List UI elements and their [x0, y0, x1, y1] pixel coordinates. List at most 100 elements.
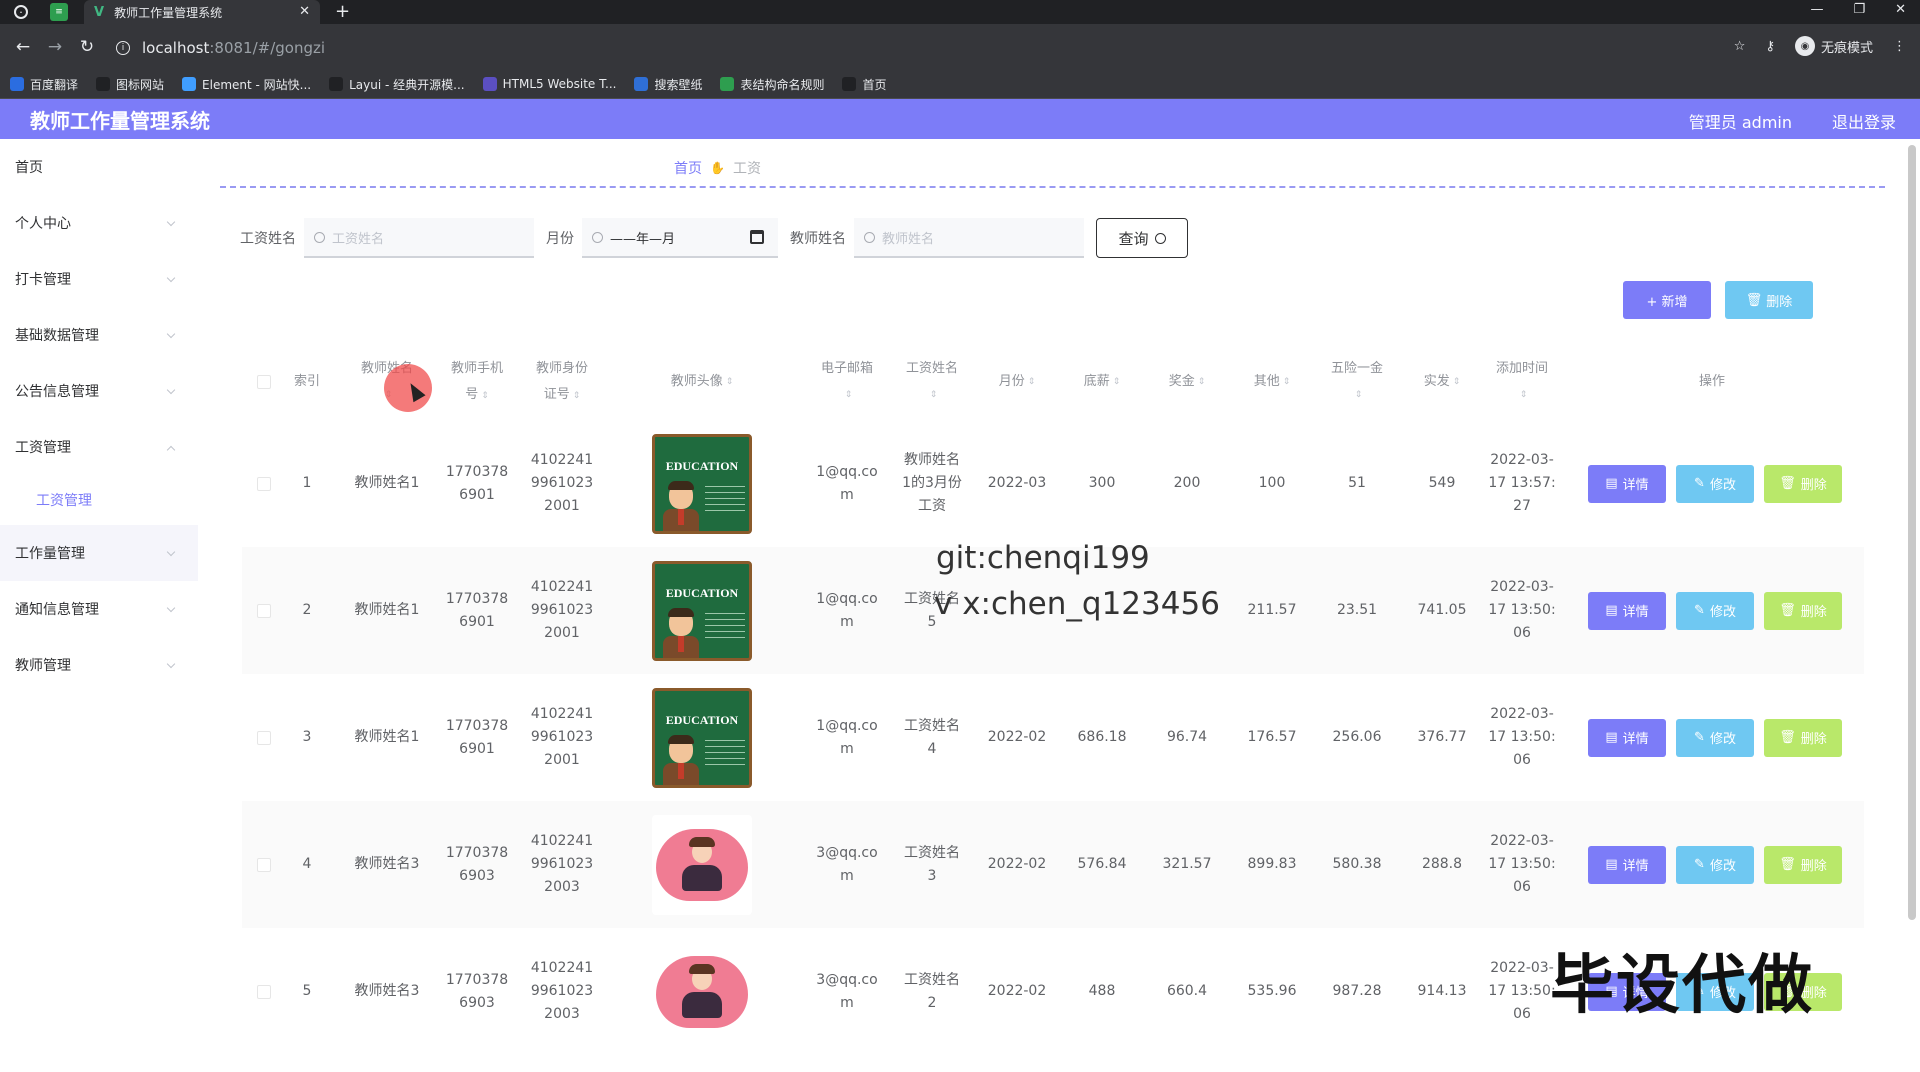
- key-icon[interactable]: ⚷: [1765, 39, 1775, 54]
- sort-icon[interactable]: ⇕: [1283, 369, 1291, 395]
- bookmark-item[interactable]: 图标网站: [96, 76, 164, 93]
- sidebar-item-teachers[interactable]: 教师管理: [0, 637, 198, 693]
- salary-name-input[interactable]: 工资姓名: [304, 218, 534, 258]
- bookmark-item[interactable]: 表结构命名规则: [720, 76, 824, 93]
- sort-icon[interactable]: ⇕: [1453, 369, 1461, 395]
- sidebar-item-profile[interactable]: 个人中心: [0, 195, 198, 251]
- minimize-icon[interactable]: —: [1810, 2, 1823, 17]
- sidebar-item-home[interactable]: 首页: [0, 139, 198, 195]
- breadcrumb-home[interactable]: 首页: [674, 158, 702, 178]
- sidebar-item-notifications[interactable]: 通知信息管理: [0, 581, 198, 637]
- logout-link[interactable]: 退出登录: [1832, 109, 1896, 133]
- col-email[interactable]: 电子邮箱 ⇕: [802, 350, 892, 414]
- sort-icon[interactable]: ⇕: [1198, 369, 1206, 395]
- teacher-avatar[interactable]: EDUCATION: [652, 560, 752, 661]
- table-row[interactable]: 4 教师姓名3 1770378 6903 4102241 9961023 2003 3@qq.…: [242, 801, 1864, 928]
- bookmark-item[interactable]: Element - 网站快...: [182, 76, 311, 93]
- detail-button[interactable]: ▤ 详情: [1588, 591, 1666, 630]
- edit-button[interactable]: ✎ 修改: [1676, 591, 1754, 630]
- teacher-avatar[interactable]: EDUCATION: [652, 687, 752, 788]
- delete-button[interactable]: 🗑 删除: [1764, 464, 1842, 503]
- delete-button[interactable]: 🗑 删除: [1764, 718, 1842, 757]
- col-phone[interactable]: 教师手机号 ⇕: [432, 350, 522, 414]
- detail-button[interactable]: ▤ 详情: [1588, 845, 1666, 884]
- chrome-icon[interactable]: ·: [14, 5, 28, 19]
- sidebar-item-notices[interactable]: 公告信息管理: [0, 363, 198, 419]
- month-picker[interactable]: ——年—月: [582, 218, 778, 258]
- incognito-indicator[interactable]: ◉ 无痕模式: [1794, 36, 1873, 56]
- back-icon[interactable]: ←: [14, 37, 32, 57]
- row-checkbox[interactable]: [257, 603, 271, 618]
- col-avatar[interactable]: 教师头像 ⇕: [632, 350, 772, 414]
- edit-button[interactable]: ✎ 修改: [1676, 718, 1754, 757]
- sort-icon[interactable]: ⇕: [930, 382, 938, 408]
- sidebar-item-salary[interactable]: 工资管理: [0, 419, 198, 475]
- bookmark-item[interactable]: HTML5 Website T...: [482, 77, 616, 91]
- row-checkbox[interactable]: [257, 730, 271, 745]
- add-button[interactable]: + 新增: [1623, 281, 1711, 319]
- cell-line: 741.05: [1417, 602, 1467, 618]
- sidebar-item-workload[interactable]: 工作量管理: [0, 525, 198, 581]
- restore-icon[interactable]: ❐: [1853, 2, 1865, 17]
- teacher-avatar[interactable]: EDUCATION: [652, 433, 752, 534]
- forward-icon[interactable]: →: [46, 37, 64, 57]
- cell-index-text: 1: [303, 472, 312, 495]
- url-field[interactable]: i localhost:8081/#/gongzi: [110, 34, 1790, 61]
- new-tab-icon[interactable]: +: [335, 1, 350, 22]
- bookmark-item[interactable]: 百度翻译: [10, 76, 78, 93]
- col-actual[interactable]: 实发 ⇕: [1407, 350, 1477, 414]
- col-base[interactable]: 底薪 ⇕: [1067, 350, 1137, 414]
- teacher-avatar[interactable]: [652, 814, 752, 915]
- sort-icon[interactable]: ⇕: [726, 369, 734, 395]
- col-insurance[interactable]: 五险一金 ⇕: [1312, 350, 1402, 414]
- col-idcard[interactable]: 教师身份 证号 ⇕: [517, 350, 607, 414]
- row-checkbox[interactable]: [257, 476, 271, 491]
- sidebar-item-basic-data[interactable]: 基础数据管理: [0, 307, 198, 363]
- teacher-name-input[interactable]: 教师姓名: [854, 218, 1084, 258]
- close-window-icon[interactable]: ✕: [1895, 2, 1906, 17]
- delete-button[interactable]: 🗑 删除: [1764, 591, 1842, 630]
- delete-button[interactable]: 🗑 删除: [1764, 845, 1842, 884]
- sort-icon[interactable]: ⇕: [1113, 369, 1121, 395]
- pinned-tab-icon[interactable]: ≡: [50, 3, 68, 21]
- edit-button[interactable]: ✎ 修改: [1676, 464, 1754, 503]
- star-icon[interactable]: ☆: [1734, 39, 1746, 54]
- calendar-icon[interactable]: [750, 230, 764, 244]
- edit-button[interactable]: ✎ 修改: [1676, 845, 1754, 884]
- sidebar-subitem-salary[interactable]: 工资管理: [0, 475, 198, 525]
- info-icon[interactable]: i: [116, 40, 130, 55]
- sort-icon[interactable]: ⇕: [845, 382, 853, 408]
- col-bonus[interactable]: 奖金 ⇕: [1152, 350, 1222, 414]
- table-row[interactable]: 1 教师姓名1 1770378 6901 4102241 9961023 2001 1@qq.…: [242, 420, 1864, 547]
- sort-icon[interactable]: ⇕: [481, 391, 489, 401]
- batch-delete-button[interactable]: 🗑 删除: [1725, 281, 1813, 319]
- sort-icon[interactable]: ⇕: [1520, 382, 1528, 408]
- reload-icon[interactable]: ↻: [78, 37, 96, 57]
- cell-insurance: 23.51: [1322, 547, 1392, 674]
- col-salary-name[interactable]: 工资姓名 ⇕: [887, 350, 977, 414]
- teacher-avatar[interactable]: [652, 941, 752, 1042]
- page-scrollbar[interactable]: [1908, 145, 1916, 920]
- col-added-time[interactable]: 添加时间 ⇕: [1482, 350, 1562, 414]
- bookmark-item[interactable]: Layui - 经典开源模...: [329, 76, 465, 93]
- browser-tab-active[interactable]: V 教师工作量管理系统 ✕: [84, 0, 320, 24]
- table-row[interactable]: 3 教师姓名1 1770378 6901 4102241 9961023 2001 1@qq.…: [242, 674, 1864, 801]
- detail-button[interactable]: ▤ 详情: [1588, 464, 1666, 503]
- col-month[interactable]: 月份 ⇕: [982, 350, 1052, 414]
- menu-icon[interactable]: ⋮: [1893, 39, 1906, 54]
- sort-icon[interactable]: ⇕: [573, 391, 581, 401]
- row-checkbox[interactable]: [257, 857, 271, 872]
- sort-icon[interactable]: ⇕: [1028, 369, 1036, 395]
- select-all-checkbox[interactable]: [257, 375, 271, 389]
- sidebar-item-clockin[interactable]: 打卡管理: [0, 251, 198, 307]
- close-tab-icon[interactable]: ✕: [299, 4, 310, 19]
- cell-line: m: [840, 486, 854, 503]
- cell-line: 工资姓名: [904, 844, 960, 861]
- col-other[interactable]: 其他 ⇕: [1237, 350, 1307, 414]
- bookmark-item[interactable]: 首页: [842, 76, 887, 93]
- detail-button[interactable]: ▤ 详情: [1588, 718, 1666, 757]
- bookmark-item[interactable]: 搜索壁纸: [634, 76, 702, 93]
- query-button[interactable]: 查询: [1096, 218, 1188, 258]
- sort-icon[interactable]: ⇕: [1355, 382, 1363, 408]
- row-checkbox[interactable]: [257, 984, 271, 999]
